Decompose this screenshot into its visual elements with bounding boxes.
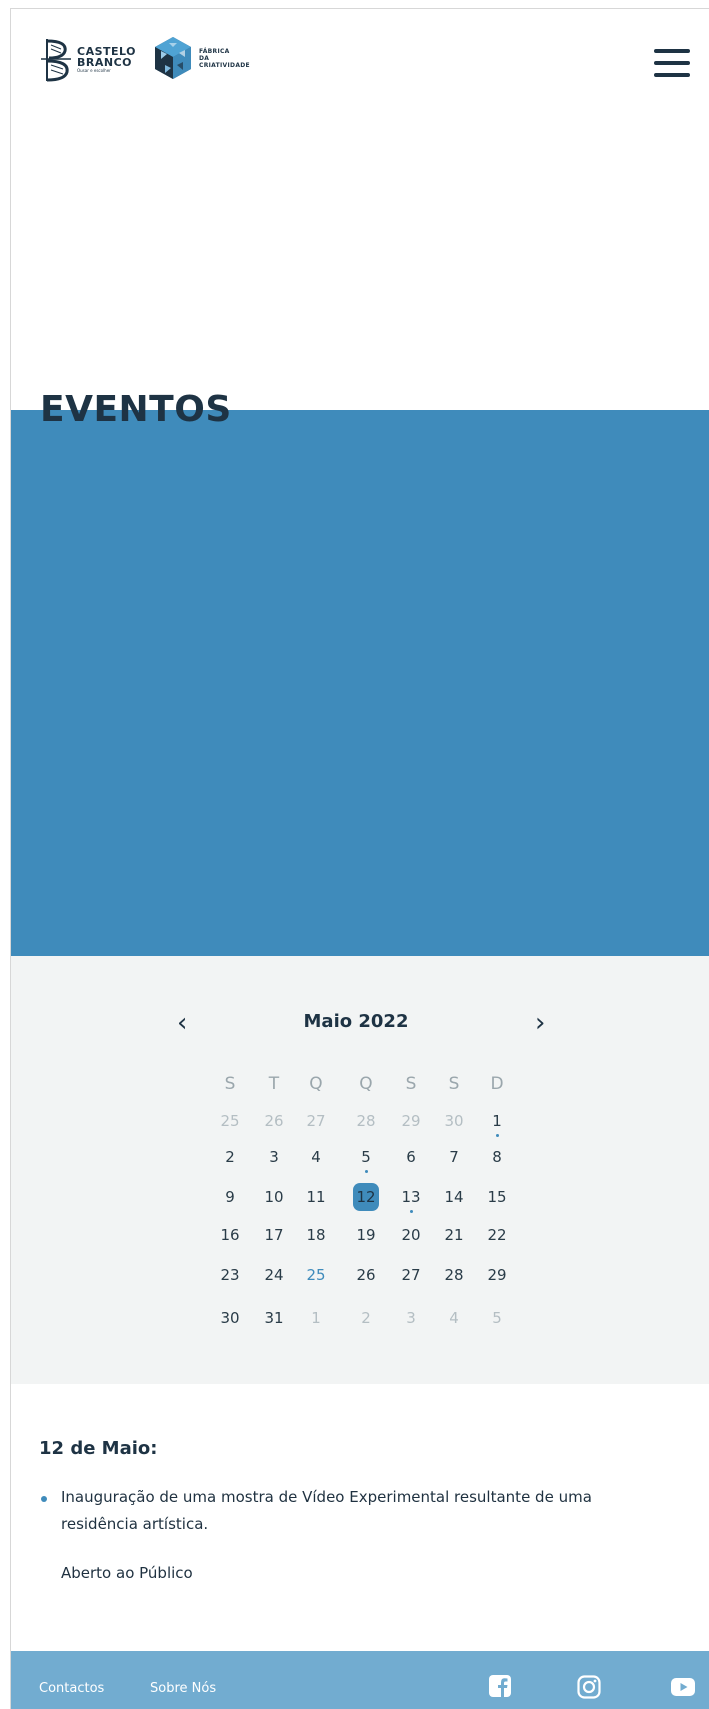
site-footer: Contactos Sobre Nós — [11, 1651, 709, 1709]
facebook-icon[interactable] — [489, 1675, 511, 1697]
calendar-day[interactable]: 4 — [301, 1144, 331, 1170]
event-description: Inauguração de uma mostra de Vídeo Exper… — [61, 1488, 592, 1533]
event-indicator-dot — [410, 1210, 413, 1213]
weekday-header: Q — [309, 1074, 323, 1094]
calendar-day[interactable]: 24 — [259, 1262, 289, 1288]
calendar-day[interactable]: 3 — [396, 1305, 426, 1331]
calendar-day[interactable]: 21 — [439, 1222, 469, 1248]
site-header: CASTELO BRANCO Ousar e escolher FÁBRICA … — [11, 9, 709, 109]
event-calendar: ‹ Maio 2022 › S T Q Q S S D 25 26 27 28 29 30 1 2 3 4 5 6 7… — [11, 956, 709, 1384]
calendar-day[interactable]: 17 — [259, 1222, 289, 1248]
calendar-day[interactable]: 13 — [396, 1184, 426, 1210]
calendar-day[interactable]: 2 — [215, 1144, 245, 1170]
event-indicator-dot — [496, 1134, 499, 1137]
calendar-day[interactable]: 30 — [439, 1108, 469, 1134]
castelo-branco-emblem-icon — [41, 39, 71, 82]
event-access-note: Aberto ao Público — [61, 1564, 193, 1582]
calendar-day[interactable]: 20 — [396, 1222, 426, 1248]
calendar-day[interactable]: 15 — [482, 1184, 512, 1210]
calendar-day[interactable]: 4 — [439, 1305, 469, 1331]
hamburger-menu-icon[interactable] — [654, 49, 692, 77]
castelo-branco-logo[interactable]: CASTELO BRANCO Ousar e escolher — [41, 35, 141, 85]
calendar-day[interactable]: 1 — [301, 1305, 331, 1331]
calendar-day[interactable]: 28 — [351, 1108, 381, 1134]
calendar-day[interactable]: 1 — [482, 1108, 512, 1134]
weekday-header: S — [224, 1074, 236, 1094]
calendar-day[interactable]: 9 — [215, 1184, 245, 1210]
logo-fc-line3: CRIATIVIDADE — [199, 61, 250, 69]
logo-fc-line2: DA — [199, 54, 210, 62]
logo-fc-line1: FÁBRICA — [199, 47, 230, 55]
calendar-day[interactable]: 11 — [301, 1184, 331, 1210]
calendar-day[interactable]: 14 — [439, 1184, 469, 1210]
calendar-day[interactable]: 31 — [259, 1305, 289, 1331]
event-details: 12 de Maio: Inauguração de uma mostra de… — [11, 1384, 709, 1659]
footer-link-contactos[interactable]: Contactos — [39, 1681, 104, 1696]
calendar-day[interactable]: 22 — [482, 1222, 512, 1248]
fabrica-criatividade-logo[interactable]: FÁBRICA DA CRIATIVIDADE — [153, 35, 250, 81]
calendar-day[interactable]: 23 — [215, 1262, 245, 1288]
calendar-day[interactable]: 25 — [215, 1108, 245, 1134]
fabrica-cube-icon — [155, 37, 191, 79]
hero-banner — [11, 410, 709, 956]
calendar-day[interactable]: 25 — [301, 1262, 331, 1288]
calendar-day[interactable]: 16 — [215, 1222, 245, 1248]
calendar-day[interactable]: 5 — [482, 1305, 512, 1331]
weekday-header: T — [268, 1074, 280, 1094]
calendar-day[interactable]: 26 — [351, 1262, 381, 1288]
footer-link-sobre-nos[interactable]: Sobre Nós — [150, 1681, 216, 1696]
calendar-day[interactable]: 7 — [439, 1144, 469, 1170]
logo-cb-line3: Ousar e escolher — [77, 68, 111, 73]
calendar-day[interactable]: 19 — [351, 1222, 381, 1248]
page-frame: CASTELO BRANCO Ousar e escolher FÁBRICA … — [10, 8, 709, 1709]
youtube-icon[interactable] — [671, 1678, 695, 1696]
weekday-header: S — [405, 1074, 417, 1094]
calendar-day[interactable]: 30 — [215, 1305, 245, 1331]
event-indicator-dot — [365, 1170, 368, 1173]
calendar-day[interactable]: 27 — [396, 1262, 426, 1288]
calendar-day[interactable]: 26 — [259, 1108, 289, 1134]
calendar-day[interactable]: 5 — [351, 1144, 381, 1170]
calendar-day[interactable]: 27 — [301, 1108, 331, 1134]
calendar-day[interactable]: 2 — [351, 1305, 381, 1331]
weekday-header: S — [448, 1074, 460, 1094]
calendar-day[interactable]: 29 — [482, 1262, 512, 1288]
weekday-header: D — [490, 1074, 504, 1094]
calendar-day[interactable]: 12 — [353, 1183, 379, 1211]
calendar-day[interactable]: 28 — [439, 1262, 469, 1288]
event-bullet — [41, 1496, 47, 1502]
weekday-header: Q — [359, 1074, 373, 1094]
calendar-grid: S T Q Q S S D 25 26 27 28 29 30 1 2 3 4 5 6 7 8 9 10 11 12 13 14 15… — [11, 956, 709, 1384]
instagram-icon[interactable] — [577, 1675, 601, 1699]
calendar-day[interactable]: 8 — [482, 1144, 512, 1170]
calendar-day[interactable]: 18 — [301, 1222, 331, 1248]
calendar-day[interactable]: 6 — [396, 1144, 426, 1170]
logo-cb-line2: BRANCO — [77, 56, 132, 69]
event-date-heading: 12 de Maio: — [39, 1438, 158, 1459]
calendar-day[interactable]: 10 — [259, 1184, 289, 1210]
calendar-day[interactable]: 3 — [259, 1144, 289, 1170]
calendar-day[interactable]: 29 — [396, 1108, 426, 1134]
page-title: EVENTOS — [40, 389, 232, 430]
